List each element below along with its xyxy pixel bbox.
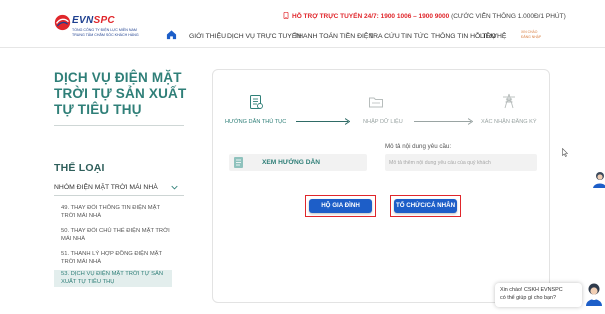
category-item-active[interactable]: 53. DỊCH VỤ ĐIỆN MẶT TRỜI TỰ SẢN XUẤT TỰ… [54, 270, 172, 287]
arrow-right-icon [468, 118, 473, 125]
step-label-confirm: XÁC NHẬN ĐĂNG KÝ [481, 119, 537, 125]
service-card: HƯỚNG DẪN THỦ TỤC NHẬP DỮ LIỆU XÁC NHẬN … [212, 69, 550, 303]
cursor-icon [562, 148, 568, 157]
support-agent-avatar-icon[interactable] [591, 170, 605, 188]
organization-button[interactable]: TỔ CHỨC/CÁ NHÂN [394, 199, 457, 213]
category-group-toggle[interactable]: NHÓM ĐIỆN MẶT TRỜI MÁI NHÀ [54, 183, 184, 196]
arrow-right-icon [345, 118, 350, 125]
category-item[interactable]: 50. THAY ĐỔI CHỦ THỂ ĐIỆN MẶT TRỜI MÁI N… [54, 227, 172, 244]
logo-evn: EVN [72, 15, 94, 26]
organization-button-highlight: TỔ CHỨC/CÁ NHÂN [390, 195, 461, 217]
transmission-tower-icon [503, 93, 515, 109]
document-icon [250, 95, 263, 109]
nav-item-tra-cuu[interactable]: TRA CỨU [369, 33, 400, 40]
household-button[interactable]: HỘ GIA ĐÌNH [309, 199, 372, 213]
folder-icon [369, 97, 383, 108]
hotline-text: HỖ TRỢ TRỰC TUYẾN 24/7: 1900 1006 – 1900… [292, 13, 450, 20]
view-guide-label: XEM HƯỚNG DẪN [262, 159, 320, 166]
login-label: ĐĂNG NHẬP [521, 35, 542, 39]
nav-item-lien-he[interactable]: LIÊN HỆ [480, 33, 506, 40]
home-icon[interactable] [166, 29, 177, 40]
nav-item-thanh-toan[interactable]: THANH TOÁN TIỀN ĐIỆN [294, 33, 373, 40]
evn-logo-icon [54, 14, 71, 31]
category-group-label: NHÓM ĐIỆN MẶT TRỜI MÁI NHÀ [54, 184, 158, 191]
request-description-input[interactable] [385, 154, 537, 171]
category-item[interactable]: 49. THAY ĐỔI THÔNG TIN ĐIỆN MẶT TRỜI MÁI… [54, 204, 172, 221]
step-label-input: NHẬP DỮ LIỆU [363, 119, 403, 125]
household-button-highlight: HỘ GIA ĐÌNH [305, 195, 376, 217]
view-guide-button[interactable]: XEM HƯỚNG DẪN [229, 154, 367, 171]
category-item[interactable]: 51. THANH LÝ HỢP ĐỒNG ĐIỆN MẶT TRỜI MÁI … [54, 250, 172, 267]
chevron-down-icon [171, 185, 178, 190]
chat-greeting-bubble[interactable]: Xin chào! CSKH EVNSPC có thể giúp gì cho… [495, 283, 582, 307]
chat-line-2: có thể giúp gì cho bạn? [500, 295, 557, 301]
logo-subtitle-2: TRUNG TÂM CHĂM SÓC KHÁCH HÀNG [72, 32, 139, 37]
step-label-guide: HƯỚNG DẪN THỦ TỤC [225, 119, 287, 125]
page-title: DỊCH VỤ ĐIỆN MẶT TRỜI TỰ SẢN XUẤT TỰ TIÊ… [54, 70, 187, 117]
logo-spc: SPC [93, 15, 115, 26]
header-divider [0, 47, 605, 48]
logo-wordmark: EVNSPC [72, 15, 115, 26]
chat-line-1: Xin chào! CSKH EVNSPC [500, 287, 563, 293]
request-description-label: Mô tả nội dung yêu cầu: [385, 143, 452, 150]
nav-item-dich-vu-truc-tuyen[interactable]: DỊCH VỤ TRỰC TUYẾN [227, 33, 301, 40]
phone-icon [283, 12, 289, 19]
chat-agent-avatar-icon[interactable] [584, 282, 604, 306]
category-title: THỂ LOẠI [54, 162, 105, 174]
step-connector [414, 121, 471, 122]
hotline-fee: (CƯỚC VIỄN THÔNG 1.000Đ/1 PHÚT) [451, 13, 566, 20]
nav-item-tin-tuc[interactable]: TIN TỨC [401, 33, 429, 40]
hotline-bar: HỖ TRỢ TRỰC TUYẾN 24/7: 1900 1006 – 1900… [283, 12, 566, 20]
logo-subtitle-1: TỔNG CÔNG TY ĐIỆN LỰC MIỀN NAM [72, 28, 137, 32]
step-connector [296, 121, 348, 122]
evnspc-logo[interactable]: EVNSPC TỔNG CÔNG TY ĐIỆN LỰC MIỀN NAM TR… [54, 14, 174, 40]
nav-item-gioi-thieu[interactable]: GIỚI THIỆU [189, 33, 226, 40]
guide-document-icon [234, 157, 243, 168]
title-divider [54, 125, 184, 126]
login-link[interactable]: XIN CHÀO ĐĂNG NHẬP [521, 30, 541, 40]
